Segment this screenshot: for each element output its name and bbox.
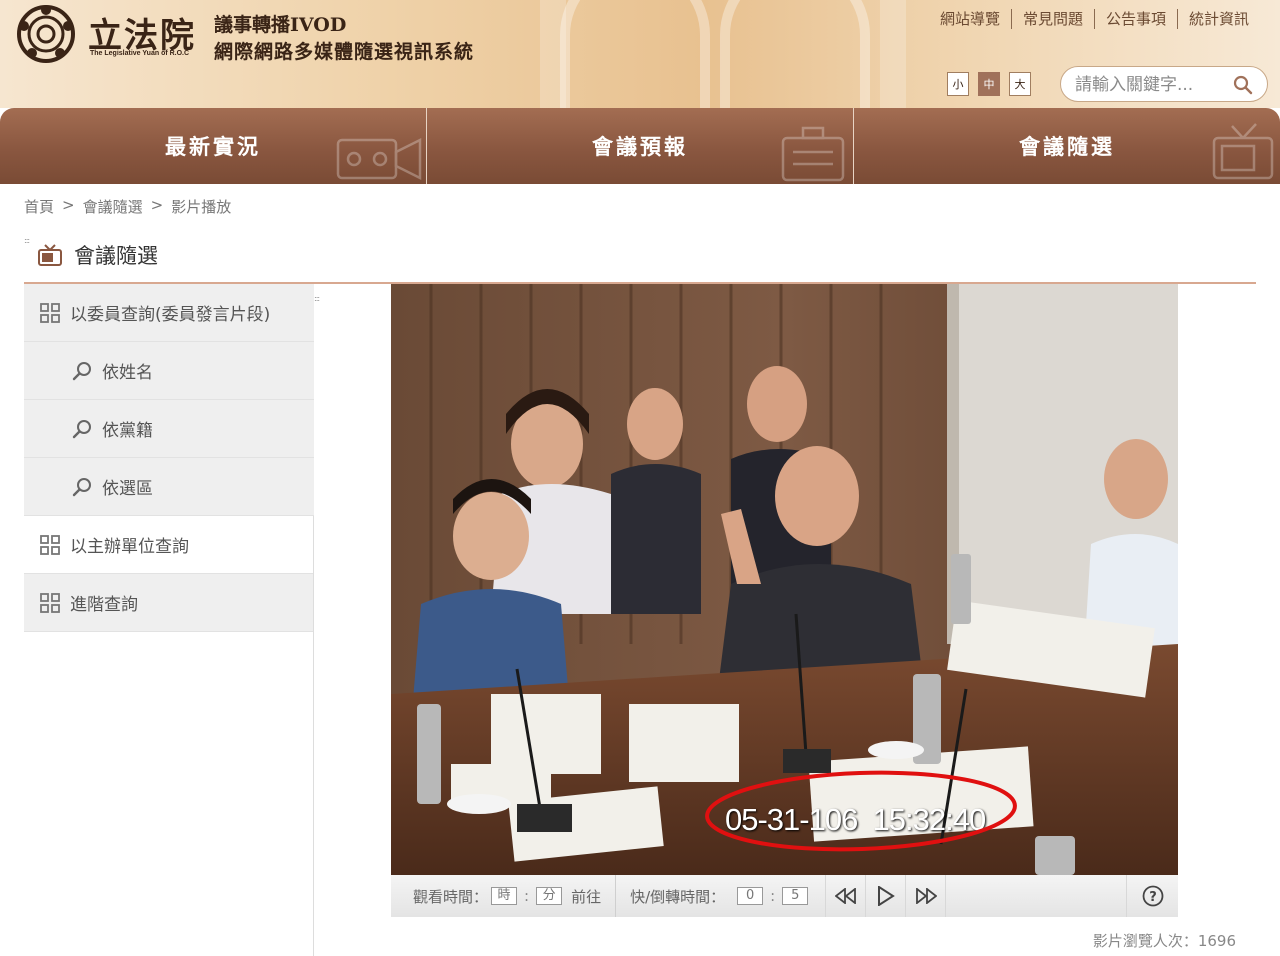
tv-icon	[1212, 123, 1274, 180]
font-size-medium-button[interactable]: 中	[978, 72, 1000, 96]
page-title-text: 會議隨選	[74, 244, 158, 268]
annotation-circle	[705, 770, 1017, 852]
sidebar-item-label: 以委員查詢(委員發言片段)	[70, 305, 271, 325]
fast-forward-button[interactable]	[905, 875, 945, 917]
help-button[interactable]: ?	[1126, 875, 1178, 917]
tv-icon	[38, 244, 62, 266]
legislative-yuan-seal-icon[interactable]	[16, 4, 76, 64]
sidebar-item-by-district[interactable]: 依選區	[24, 458, 314, 516]
header-bg-arch	[720, 0, 870, 108]
search-input[interactable]	[1075, 73, 1235, 97]
font-size-small-button[interactable]: 小	[947, 72, 969, 96]
hour-input[interactable]: 時	[491, 887, 518, 905]
link-faq[interactable]: 常見問題	[1012, 8, 1094, 29]
time-colon: :	[770, 887, 776, 905]
view-count: 影片瀏覽人次：1696	[1092, 932, 1236, 950]
page-title: 會議隨選	[38, 240, 158, 270]
video-controls: 觀看時間： 時 : 分 前往 快/倒轉時間： 0 : 5 ?	[391, 875, 1178, 917]
magnifier-icon	[72, 477, 91, 496]
sidebar-item-label: 依選區	[102, 479, 153, 499]
sidebar-item-label: 以主辦單位查詢	[70, 537, 189, 557]
breadcrumb-on-demand[interactable]: 會議隨選	[83, 196, 143, 217]
sidebar-item-by-name[interactable]: 依姓名	[24, 342, 314, 400]
magnifier-icon	[72, 361, 91, 380]
tab-schedule-label: 會議預報	[592, 135, 688, 159]
search-box	[1060, 66, 1268, 102]
accesskey-marker: :::	[314, 294, 320, 303]
sidebar: 以委員查詢(委員發言片段) 依姓名 依黨籍 依選區 以主辦單位查詢 進階查詢	[24, 284, 314, 632]
header-bg-arch	[560, 0, 710, 108]
minute-input[interactable]: 分	[536, 887, 563, 905]
sidebar-item-label: 進階查詢	[70, 595, 138, 615]
fast-forward-icon	[915, 888, 937, 904]
tab-schedule[interactable]: 會議預報	[427, 108, 854, 184]
briefcase-icon	[781, 126, 845, 182]
control-spacer	[945, 875, 1126, 917]
sidebar-item-advanced-search[interactable]: 進階查詢	[24, 574, 314, 632]
tab-live-label: 最新實況	[165, 135, 261, 159]
breadcrumb-current: 影片播放	[171, 198, 232, 216]
svg-text:?: ?	[1149, 890, 1157, 905]
sidebar-divider	[313, 516, 314, 956]
grid-icon	[40, 534, 60, 555]
watch-time-label: 觀看時間：	[413, 887, 489, 906]
sidebar-item-by-member[interactable]: 以委員查詢(委員發言片段)	[24, 284, 314, 342]
sidebar-item-by-organizer[interactable]: 以主辦單位查詢	[24, 516, 314, 574]
play-button[interactable]	[865, 875, 905, 917]
sidebar-item-label: 依黨籍	[102, 421, 153, 441]
time-colon: :	[524, 887, 530, 905]
sidebar-item-label: 依姓名	[102, 363, 153, 383]
breadcrumb-separator: >	[150, 196, 164, 214]
tab-on-demand-label: 會議隨選	[1019, 135, 1115, 159]
divider	[615, 875, 617, 917]
grid-icon	[40, 592, 60, 613]
tab-live[interactable]: 最新實況	[0, 108, 427, 184]
header-bg-pillar	[540, 0, 566, 108]
play-icon	[877, 886, 895, 906]
font-size-switcher: 小 中 大	[947, 72, 1031, 96]
video-player[interactable]: 05-31-106 15:32:40	[391, 284, 1178, 875]
link-announcements[interactable]: 公告事項	[1095, 8, 1177, 29]
main-nav: 最新實況 會議預報 會議隨選	[0, 108, 1280, 184]
top-links: 網站導覽 常見問題 公告事項 統計資訊	[929, 8, 1260, 29]
grid-icon	[40, 302, 60, 323]
tab-on-demand[interactable]: 會議隨選	[854, 108, 1280, 184]
goto-button[interactable]: 前往	[571, 886, 601, 907]
font-size-large-button[interactable]: 大	[1009, 72, 1031, 96]
video-camera-icon	[336, 137, 422, 181]
search-icon[interactable]	[1233, 75, 1253, 95]
site-header: 立法院 The Legislative Yuan of R.O.C 議事轉播IV…	[0, 0, 1280, 108]
accesskey-marker: :::	[24, 236, 30, 245]
system-title-line1: 議事轉播IVOD	[214, 14, 347, 36]
system-title-line2: 網際網路多媒體隨選視訊系統	[214, 41, 475, 63]
rewind-icon	[834, 888, 856, 904]
link-sitemap[interactable]: 網站導覽	[929, 8, 1011, 29]
seek-second-input[interactable]: 5	[782, 887, 809, 905]
seek-minute-input[interactable]: 0	[737, 887, 764, 905]
rewind-button[interactable]	[825, 875, 865, 917]
header-bg-pillar	[880, 0, 906, 108]
seek-time-label: 快/倒轉時間：	[630, 887, 726, 906]
help-icon: ?	[1142, 885, 1163, 907]
breadcrumb-home[interactable]: 首頁	[24, 196, 54, 217]
sidebar-item-by-party[interactable]: 依黨籍	[24, 400, 314, 458]
breadcrumb-separator: >	[62, 196, 75, 214]
link-statistics[interactable]: 統計資訊	[1178, 8, 1260, 29]
breadcrumb: 首頁 > 會議隨選 > 影片播放	[24, 196, 231, 217]
logo-subtitle: The Legislative Yuan of R.O.C	[90, 50, 190, 57]
magnifier-icon	[72, 419, 91, 438]
